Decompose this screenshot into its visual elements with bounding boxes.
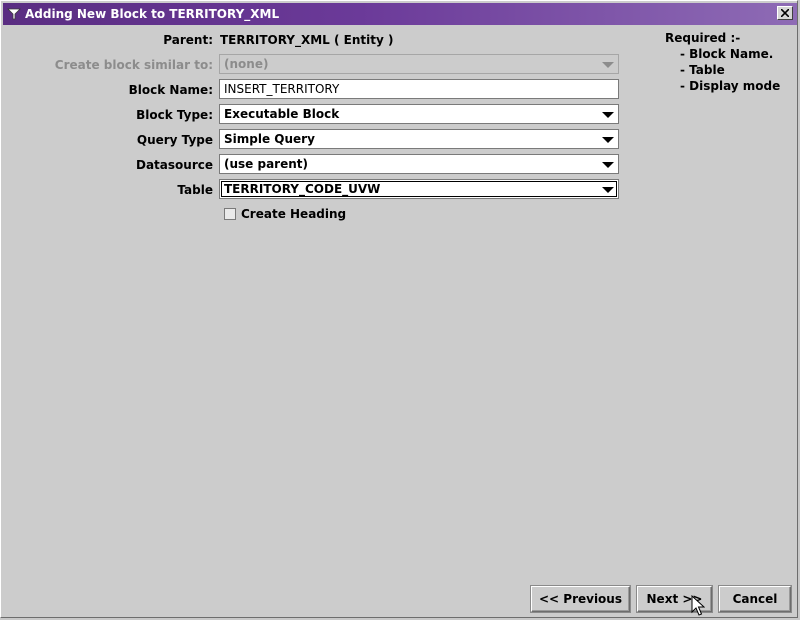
previous-button[interactable]: << Previous [531,586,630,612]
datasource-value: (use parent) [224,157,308,171]
similar-block-select: (none) [219,54,619,74]
cancel-button[interactable]: Cancel [719,586,791,612]
required-item: - Display mode [680,79,781,93]
parent-value: TERRITORY_XML ( Entity ) [220,33,394,47]
table-value: TERRITORY_CODE_UVW [224,182,381,196]
create-heading-checkbox[interactable] [224,208,236,220]
block-type-select[interactable]: Executable Block [219,104,619,124]
table-label: Table [177,183,213,197]
block-type-value: Executable Block [224,107,340,121]
query-type-label: Query Type [136,133,213,147]
window-title: Adding New Block to TERRITORY_XML [25,7,280,21]
chevron-down-icon [602,62,614,68]
block-type-label: Block Type: [136,108,213,122]
block-name-input[interactable] [219,79,619,99]
close-icon [781,9,789,17]
table-select[interactable]: TERRITORY_CODE_UVW [219,179,619,199]
chevron-down-icon [602,187,614,193]
close-button[interactable] [777,6,793,20]
required-item: - Block Name. [680,47,774,61]
query-type-value: Simple Query [224,132,315,146]
chevron-down-icon [602,137,614,143]
create-heading-label[interactable]: Create Heading [241,207,346,221]
parent-label: Parent: [163,33,213,47]
chevron-down-icon [602,112,614,118]
title-bar[interactable]: Adding New Block to TERRITORY_XML [3,3,797,25]
required-title: Required :- [665,31,741,45]
similar-label: Create block similar to: [54,58,213,72]
block-name-label: Block Name: [128,83,213,97]
funnel-icon [7,8,21,20]
similar-block-value: (none) [224,57,269,71]
query-type-select[interactable]: Simple Query [219,129,619,149]
chevron-down-icon [602,162,614,168]
mouse-pointer-icon [691,595,705,616]
datasource-select[interactable]: (use parent) [219,154,619,174]
datasource-label: Datasource [136,158,213,172]
dialog-window: Adding New Block to TERRITORY_XML Parent… [0,0,798,618]
required-item: - Table [680,63,725,77]
